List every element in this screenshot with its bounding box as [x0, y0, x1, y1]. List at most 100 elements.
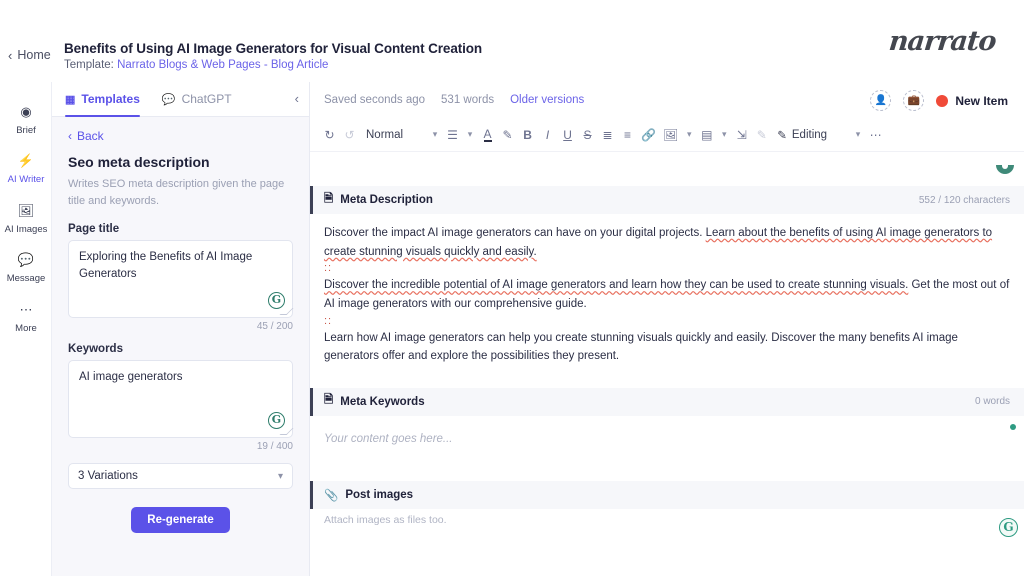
sidebar-item-label: AI Images [4, 223, 48, 235]
tab-templates[interactable]: ▦ Templates [65, 82, 140, 117]
variations-select[interactable]: 3 Variations ▾ [68, 463, 293, 489]
tab-label: Templates [81, 92, 140, 106]
page-title: Benefits of Using AI Image Generators fo… [64, 41, 483, 56]
home-label: Home [17, 48, 51, 62]
ellipsis-icon[interactable]: ⋯ [866, 124, 885, 146]
back-button[interactable]: ‹ Back [68, 129, 293, 143]
editor-content: 🗎 Meta Description 552 / 120 characters … [310, 152, 1024, 576]
sidebar-item-label: More [15, 322, 37, 334]
section-header-meta-description[interactable]: 🗎 Meta Description 552 / 120 characters [310, 186, 1024, 214]
home-back-link[interactable]: ‹ Home [8, 48, 51, 62]
section-title-wrap: 🗎 Meta Description [324, 191, 433, 210]
chevron-down-icon[interactable]: ▾ [851, 124, 865, 146]
page-title-label: Page title [68, 223, 120, 235]
variations-value: 3 Variations [78, 470, 138, 482]
new-item-button[interactable]: New Item [936, 94, 1008, 108]
chevron-down-icon[interactable]: ▾ [682, 124, 696, 146]
panel-body: ‹ Back Seo meta description Writes SEO m… [52, 117, 309, 533]
saved-status: Saved seconds ago [324, 94, 426, 106]
strikethrough-icon[interactable]: S [578, 124, 597, 146]
left-nav-rail: ◉ Brief ⚡ AI Writer 🖼 AI Images 💬 Messag… [0, 82, 52, 576]
regenerate-button[interactable]: Re-generate [131, 507, 230, 533]
text-color-icon[interactable]: A [478, 124, 497, 146]
tab-chatgpt[interactable]: 💬 ChatGPT [162, 82, 232, 117]
template-link[interactable]: Narrato Blogs & Web Pages - Blog Article [117, 59, 328, 71]
chevron-left-icon: ‹ [8, 47, 13, 63]
bullet-list-icon[interactable]: ≣ [598, 124, 617, 146]
new-item-label: New Item [955, 93, 1008, 108]
add-folder-icon[interactable]: 💼 [903, 90, 925, 111]
older-versions-link[interactable]: Older versions [510, 94, 584, 106]
paragraph-separator: :: [324, 314, 333, 327]
chevron-left-icon[interactable]: ‹ [295, 91, 299, 106]
attachment-icon: 📎 [324, 490, 339, 503]
grammarly-status-dot-icon[interactable] [1010, 424, 1016, 430]
sidebar-item-label: Message [6, 273, 46, 285]
word-count: 531 words [441, 94, 495, 106]
chevron-down-icon[interactable]: ▾ [463, 124, 477, 146]
section-counter: 0 words [974, 396, 1010, 408]
grammarly-icon[interactable]: G [999, 518, 1018, 537]
comment-icon[interactable]: ✎ [752, 124, 771, 146]
bold-icon[interactable]: B [518, 124, 537, 146]
sidebar-item-label: Brief [16, 125, 36, 136]
lightning-bolt-icon: ⚡ [17, 153, 35, 169]
grammarly-icon[interactable]: G [268, 292, 285, 309]
redo-icon[interactable]: ↺ [340, 124, 359, 146]
meta-description-paragraph-3[interactable]: Learn how AI image generators can help y… [310, 329, 1024, 366]
sidebar-item-brief[interactable]: ◉ Brief [0, 94, 52, 143]
numbered-list-icon[interactable]: ≡ [618, 124, 637, 146]
content-fade-overlay [310, 550, 1024, 576]
section-title: Meta Keywords [340, 395, 425, 408]
sidebar-item-ai-writer[interactable]: ⚡ AI Writer [0, 143, 52, 192]
page-title-input[interactable]: Exploring the Benefits of AI Image Gener… [68, 240, 293, 318]
keywords-input[interactable]: AI image generators [68, 360, 293, 438]
meta-description-paragraph-2[interactable]: Discover the incredible potential of AI … [310, 276, 1024, 313]
section-title-wrap: 📎 Post images [324, 488, 413, 502]
sidebar-item-ai-images[interactable]: 🖼 AI Images [0, 193, 52, 242]
panel-tab-bar: ▦ Templates 💬 ChatGPT ‹ [52, 82, 309, 117]
paragraph-plain-text: Learn how AI image generators can help y… [324, 331, 958, 363]
template-description: Writes SEO meta description given the pa… [68, 178, 285, 207]
section-title: Post images [345, 489, 414, 502]
pencil-icon: ✎ [777, 129, 787, 142]
chevron-down-icon[interactable]: ▾ [428, 124, 442, 146]
sidebar-item-more[interactable]: ⋯ More [0, 292, 52, 341]
template-breadcrumb: Template: Narrato Blogs & Web Pages - Bl… [64, 59, 328, 71]
page-title-field-wrap: Exploring the Benefits of AI Image Gener… [68, 240, 294, 318]
meta-description-paragraph-1[interactable]: Discover the impact AI image generators … [310, 224, 1024, 261]
template-panel: ▦ Templates 💬 ChatGPT ‹ ‹ Back Seo meta … [52, 82, 310, 576]
underline-icon[interactable]: U [558, 124, 577, 146]
align-left-icon[interactable]: ☰ [443, 124, 462, 146]
editor-pane: Saved seconds ago 531 words Older versio… [310, 82, 1024, 576]
template-title: Seo meta description [68, 154, 210, 170]
editor-actions: 👤 💼 New Item [870, 90, 1008, 111]
chevron-down-icon[interactable]: ▾ [717, 124, 731, 146]
template-prefix: Template: [64, 59, 114, 71]
sidebar-item-label: AI Writer [7, 174, 45, 186]
paragraph-spellchecked-text: Discover the incredible potential of AI … [324, 279, 909, 292]
table-icon[interactable]: ▤ [697, 124, 716, 146]
sidebar-item-message[interactable]: 💬 Message [0, 242, 52, 291]
italic-icon[interactable]: I [538, 124, 557, 146]
clear-formatting-icon[interactable]: ⇲ [732, 124, 751, 146]
link-icon[interactable]: 🔗 [638, 124, 659, 146]
undo-icon[interactable]: ↻ [320, 124, 339, 146]
chat-bubble-icon: 💬 [17, 252, 35, 268]
highlighter-icon[interactable]: ✎ [498, 124, 517, 146]
paragraph-style-select[interactable]: Normal [360, 124, 409, 146]
editing-mode-button[interactable]: ✎ Editing [772, 124, 832, 146]
grid-icon: ▦ [65, 93, 76, 106]
add-person-icon[interactable]: 👤 [870, 90, 892, 111]
meta-keywords-placeholder[interactable]: Your content goes here... [310, 430, 1024, 449]
document-icon: 🗎 [324, 394, 334, 407]
image-icon[interactable]: 🖼 [660, 124, 681, 146]
section-header-post-images[interactable]: 📎 Post images [310, 481, 1024, 510]
target-icon: ◉ [20, 104, 32, 119]
grammarly-icon[interactable]: G [268, 412, 285, 429]
rail-spacer [0, 82, 51, 94]
chevron-down-icon: ▾ [277, 470, 283, 482]
section-header-meta-keywords[interactable]: 🗎 Meta Keywords 0 words [310, 387, 1024, 416]
ellipsis-icon: ⋯ [19, 301, 33, 317]
grammarly-icon[interactable] [994, 158, 1016, 180]
